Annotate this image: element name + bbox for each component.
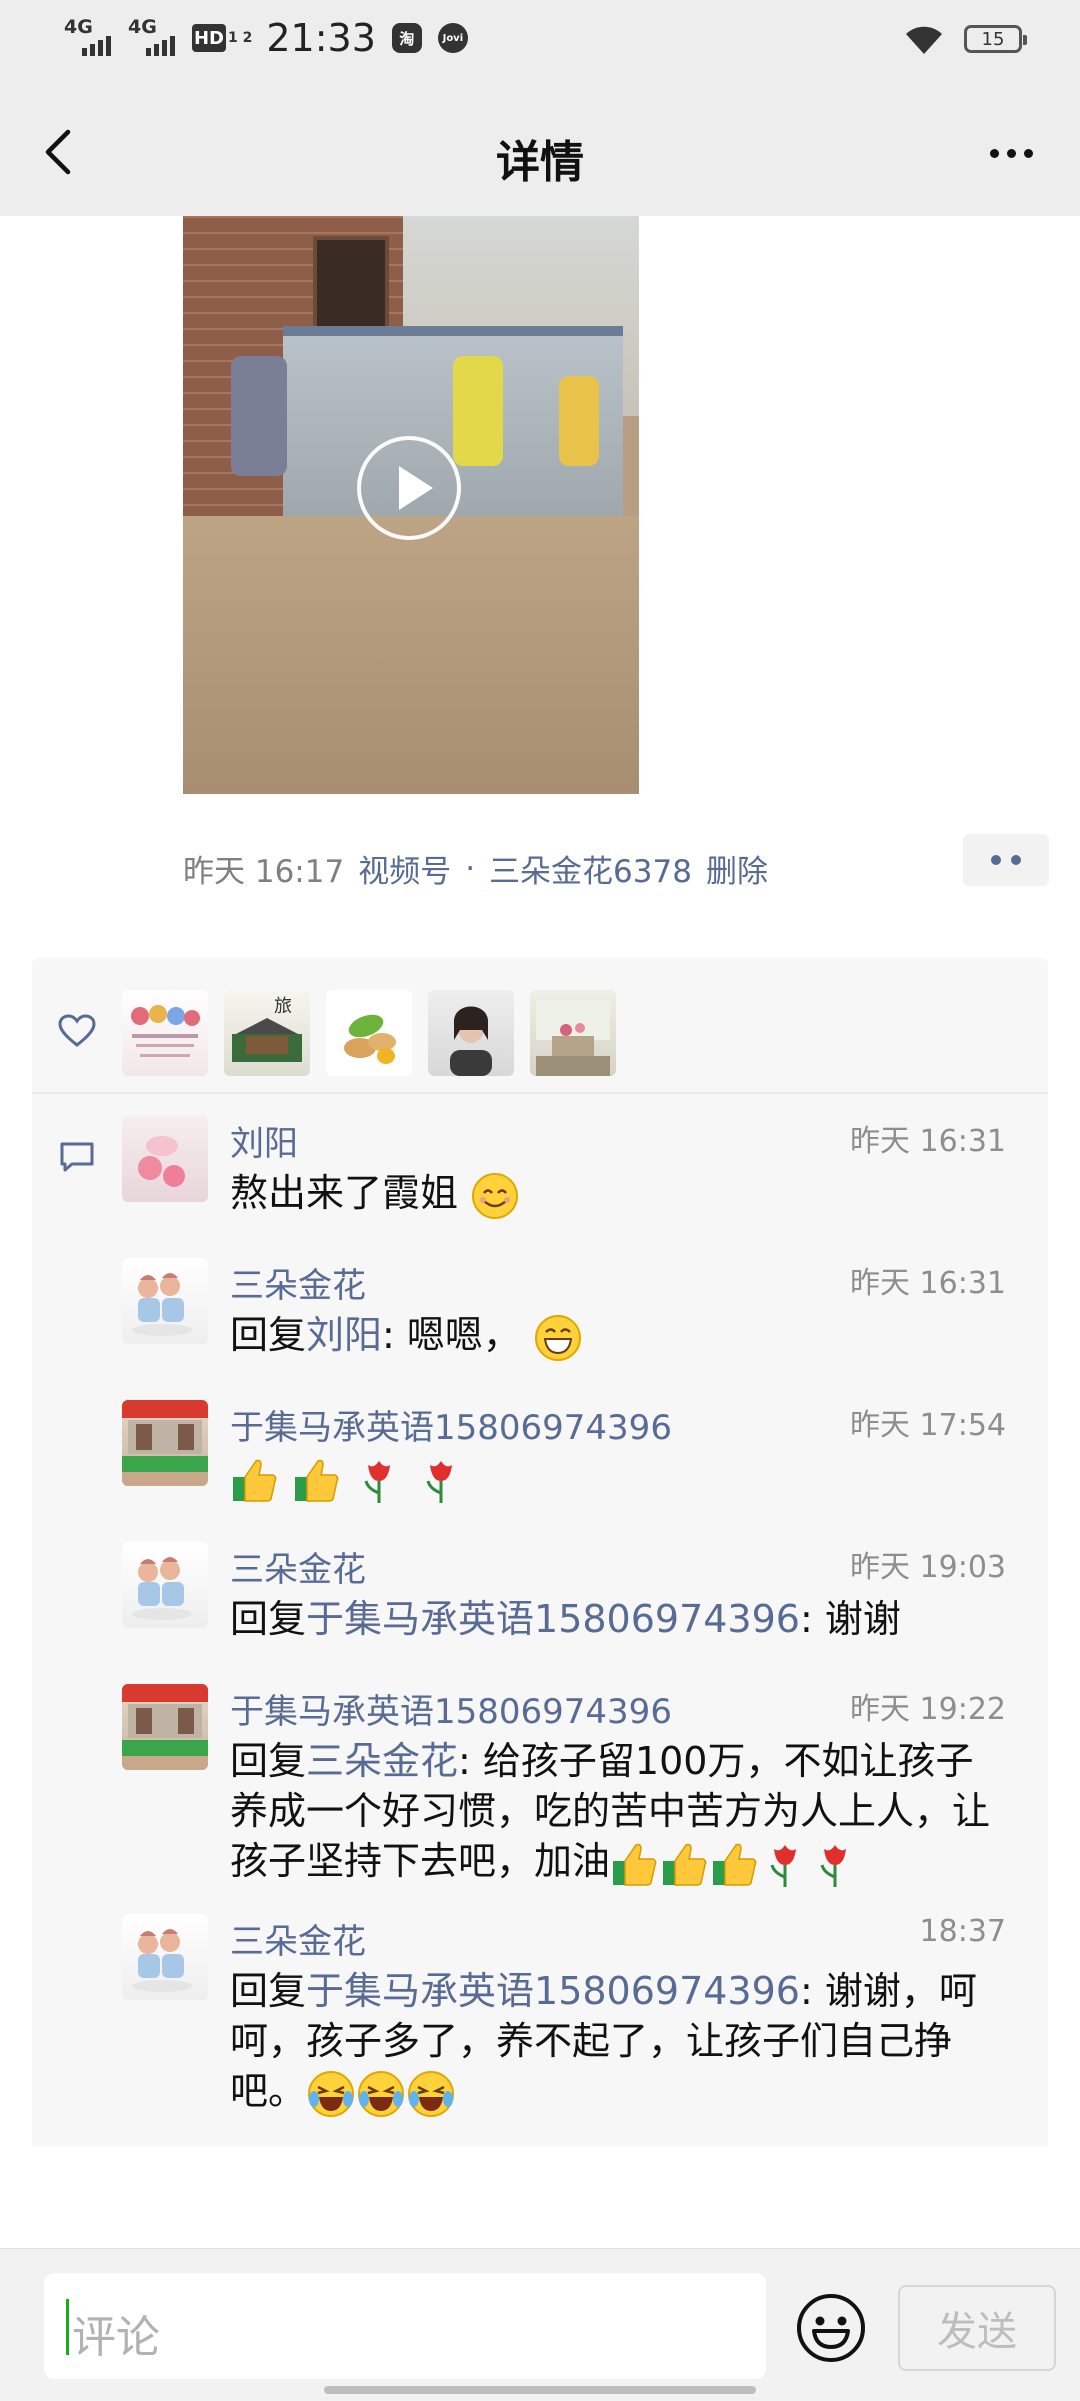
heart-icon <box>58 1014 96 1047</box>
text-cursor <box>66 2299 69 2355</box>
rose-emoji-icon <box>426 1460 453 1503</box>
comments-panel: 刘阳 昨天 16:31 熬出来了霞姐 三朵金花 昨天 16:31 回复刘阳: 嗯… <box>32 1094 1048 2146</box>
avatar[interactable] <box>122 1542 208 1628</box>
comment-text: 回复刘阳: 嗯嗯， <box>230 1310 1020 1363</box>
rose-emoji-icon <box>364 1460 391 1503</box>
thumbs-up-emoji-icon <box>233 1459 277 1502</box>
video-thumbnail[interactable] <box>183 216 639 794</box>
thumbs-up-emoji-icon <box>713 1843 757 1886</box>
comment-icon <box>60 1142 94 1172</box>
avatar[interactable] <box>122 1400 208 1486</box>
crying-laughing-emoji-icon <box>358 2070 405 2117</box>
commenter-name[interactable]: 刘阳 <box>230 1116 298 1165</box>
reply-to-name[interactable]: 刘阳 <box>306 1313 382 1357</box>
comment-time: 昨天 16:31 <box>850 1266 1006 1301</box>
commenter-name[interactable]: 于集马承英语15806974396 <box>230 1684 672 1733</box>
grin-emoji-icon <box>535 1314 582 1361</box>
comment-time: 昨天 19:03 <box>850 1550 1006 1585</box>
comment-time: 昨天 16:31 <box>850 1124 1006 1159</box>
signal-icon: 4G <box>64 16 118 60</box>
comment-item[interactable]: 于集马承英语15806974396 昨天 17:54 <box>122 1400 1048 1510</box>
reply-to-name[interactable]: 于集马承英语15806974396 <box>306 1597 800 1641</box>
smile-emoji-icon <box>472 1172 519 1219</box>
avatar[interactable] <box>122 990 208 1076</box>
crying-laughing-emoji-icon <box>308 2070 355 2117</box>
send-button[interactable]: 发送 <box>898 2285 1056 2371</box>
comment-input[interactable]: 评论 <box>44 2273 766 2379</box>
author-link[interactable]: 三朵金花6378 <box>489 846 692 891</box>
channel-link[interactable]: 视频号 <box>358 846 451 891</box>
home-indicator[interactable] <box>324 2386 756 2394</box>
thumbs-up-emoji-icon <box>663 1843 707 1886</box>
comment-content: 谢谢 <box>824 1597 901 1641</box>
avatar[interactable]: 旅 <box>224 990 310 1076</box>
avatar[interactable] <box>122 1258 208 1344</box>
rose-emoji-icon <box>820 1844 847 1887</box>
comment-content: 嗯嗯， <box>406 1313 521 1357</box>
avatar[interactable] <box>326 990 412 1076</box>
comment-item[interactable]: 三朵金花 昨天 19:03 回复于集马承英语15806974396: 谢谢 <box>122 1542 1048 1652</box>
commenter-name[interactable]: 三朵金花 <box>230 1542 366 1591</box>
crying-laughing-emoji-icon <box>408 2070 455 2117</box>
comment-text: 回复于集马承英语15806974396: 谢谢，呵呵，孩子多了，养不起了，让孩子… <box>230 1966 1010 2119</box>
comment-text <box>230 1452 1020 1505</box>
commenter-name[interactable]: 三朵金花 <box>230 1914 366 1963</box>
svg-text:旅: 旅 <box>274 996 292 1017</box>
comment-content: 熬出来了霞姐 <box>230 1171 459 1215</box>
more-icon[interactable] <box>976 128 1046 178</box>
comment-bar: 评论 发送 <box>0 2248 1080 2401</box>
delete-button[interactable]: 删除 <box>706 846 768 891</box>
avatar[interactable] <box>428 990 514 1076</box>
network-type: 4G <box>64 16 93 38</box>
reply-to-name[interactable]: 三朵金花 <box>306 1739 458 1783</box>
comment-item[interactable]: 刘阳 昨天 16:31 熬出来了霞姐 <box>122 1116 1048 1226</box>
battery-level: 15 <box>981 28 1005 50</box>
meta-separator: · <box>465 850 476 887</box>
thumbs-up-emoji-icon <box>613 1843 657 1886</box>
emoji-icon[interactable] <box>796 2293 866 2363</box>
jovi-icon: Jovi <box>437 23 468 53</box>
network-type-2: 4G <box>128 16 157 38</box>
avatar[interactable] <box>530 990 616 1076</box>
comment-time: 昨天 17:54 <box>850 1408 1006 1443</box>
comment-text: 熬出来了霞姐 <box>230 1168 1020 1221</box>
options-button[interactable] <box>963 834 1049 886</box>
thumbs-up-emoji-icon <box>295 1459 339 1502</box>
battery-icon: 15 <box>964 25 1027 53</box>
comment-item[interactable]: 三朵金花 18:37 回复于集马承英语15806974396: 谢谢，呵呵，孩子… <box>122 1914 1048 2117</box>
wifi-icon <box>906 26 942 54</box>
signal-icon-2: 4G <box>128 16 182 60</box>
clock: 21:33 <box>266 16 376 60</box>
post-meta: 昨天 16:17 视频号 · 三朵金花6378 删除 <box>183 846 768 891</box>
nav-bar: 详情 <box>0 90 1080 216</box>
status-bar: 4G 4G HD 1 2 21:33 淘 Jovi 15 <box>0 0 1080 90</box>
commenter-name[interactable]: 三朵金花 <box>230 1258 366 1307</box>
avatar[interactable] <box>122 1914 208 2000</box>
rose-emoji-icon <box>770 1844 797 1887</box>
likes-panel: 旅 <box>32 958 1048 1092</box>
hd-sub: 1 2 <box>228 30 253 46</box>
comment-item[interactable]: 于集马承英语15806974396 昨天 19:22 回复三朵金花: 给孩子留1… <box>122 1684 1048 1887</box>
comment-text: 回复于集马承英语15806974396: 谢谢 <box>230 1597 901 1641</box>
comment-item[interactable]: 三朵金花 昨天 16:31 回复刘阳: 嗯嗯， <box>122 1258 1048 1368</box>
page-title: 详情 <box>496 137 584 188</box>
comment-placeholder: 评论 <box>72 2312 160 2363</box>
comment-text: 回复三朵金花: 给孩子留100万，不如让孩子养成一个好习惯，吃的苦中苦方为人上人… <box>230 1736 1010 1889</box>
comment-time: 18:37 <box>919 1914 1006 1949</box>
taobao-icon: 淘 <box>391 23 422 53</box>
play-icon[interactable] <box>357 436 461 540</box>
reply-to-name[interactable]: 于集马承英语15806974396 <box>306 1969 800 2013</box>
hd-icon: HD <box>192 24 226 52</box>
post-time: 昨天 16:17 <box>183 854 345 890</box>
avatar[interactable] <box>122 1116 208 1202</box>
commenter-name[interactable]: 于集马承英语15806974396 <box>230 1400 672 1449</box>
avatar[interactable] <box>122 1684 208 1770</box>
comment-time: 昨天 19:22 <box>850 1692 1006 1727</box>
